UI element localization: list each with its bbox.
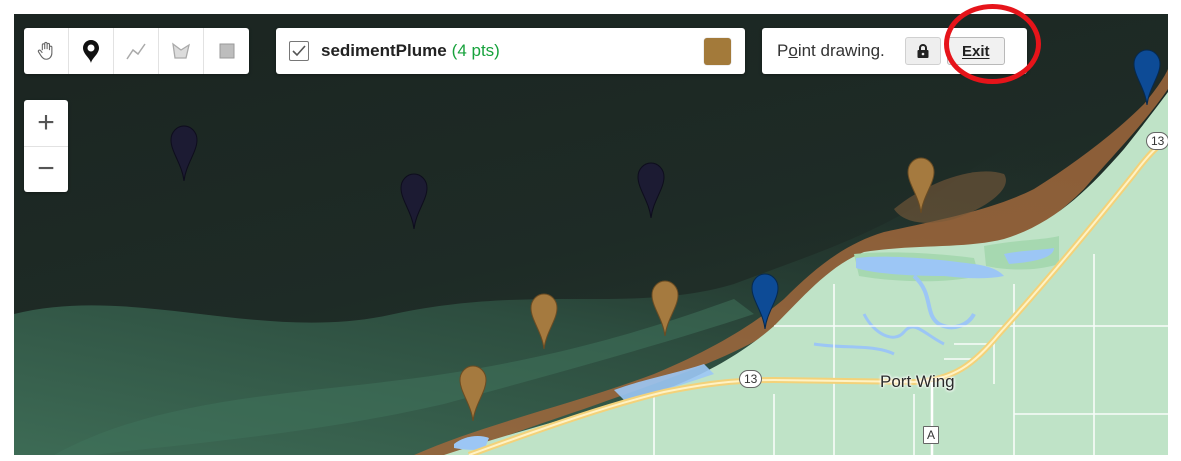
route-13-shield: 13	[1146, 132, 1168, 150]
dark-marker[interactable]	[400, 173, 428, 230]
polygon-tool-icon[interactable]	[159, 28, 204, 74]
marker-layer	[170, 49, 1161, 422]
exit-button[interactable]: Exit	[946, 37, 1005, 65]
lock-button[interactable]	[904, 37, 941, 65]
drawing-toolbar	[24, 28, 249, 74]
rectangle-tool-icon[interactable]	[204, 28, 249, 74]
line-tool-icon[interactable]	[114, 28, 159, 74]
sediment-marker[interactable]	[530, 293, 558, 350]
geometry-layer-panel: sedimentPlume (4 pts)	[276, 28, 745, 74]
layer-color-swatch[interactable]	[704, 38, 731, 65]
sediment-marker[interactable]	[907, 157, 935, 214]
zoom-in-button[interactable]: +	[24, 100, 68, 147]
route-13-shield: 13	[739, 370, 763, 388]
dark-marker[interactable]	[170, 125, 198, 182]
point-drawing-panel: Point drawing. Exit	[762, 28, 1027, 74]
point-drawing-label: Point drawing.	[777, 41, 885, 60]
layer-visibility-checkbox[interactable]	[289, 41, 309, 61]
layer-name[interactable]: sedimentPlume	[321, 41, 447, 61]
zoom-out-button[interactable]: −	[24, 147, 68, 193]
sediment-marker[interactable]	[459, 365, 487, 422]
sediment-marker[interactable]	[651, 280, 679, 337]
dark-marker[interactable]	[637, 162, 665, 219]
lock-icon	[917, 44, 929, 58]
route-a-shield: A	[923, 426, 940, 444]
checkmark-icon	[292, 45, 306, 57]
water-marker[interactable]	[1133, 49, 1161, 106]
zoom-control: + −	[24, 100, 68, 192]
point-marker-icon[interactable]	[69, 28, 114, 74]
layer-point-count: (4 pts)	[451, 41, 500, 60]
water-marker[interactable]	[751, 273, 779, 330]
place-label-port-wing: Port Wing	[880, 372, 955, 391]
map-view[interactable]: Port Wing 13 13 A	[14, 14, 1168, 455]
pan-hand-icon[interactable]	[24, 28, 69, 74]
